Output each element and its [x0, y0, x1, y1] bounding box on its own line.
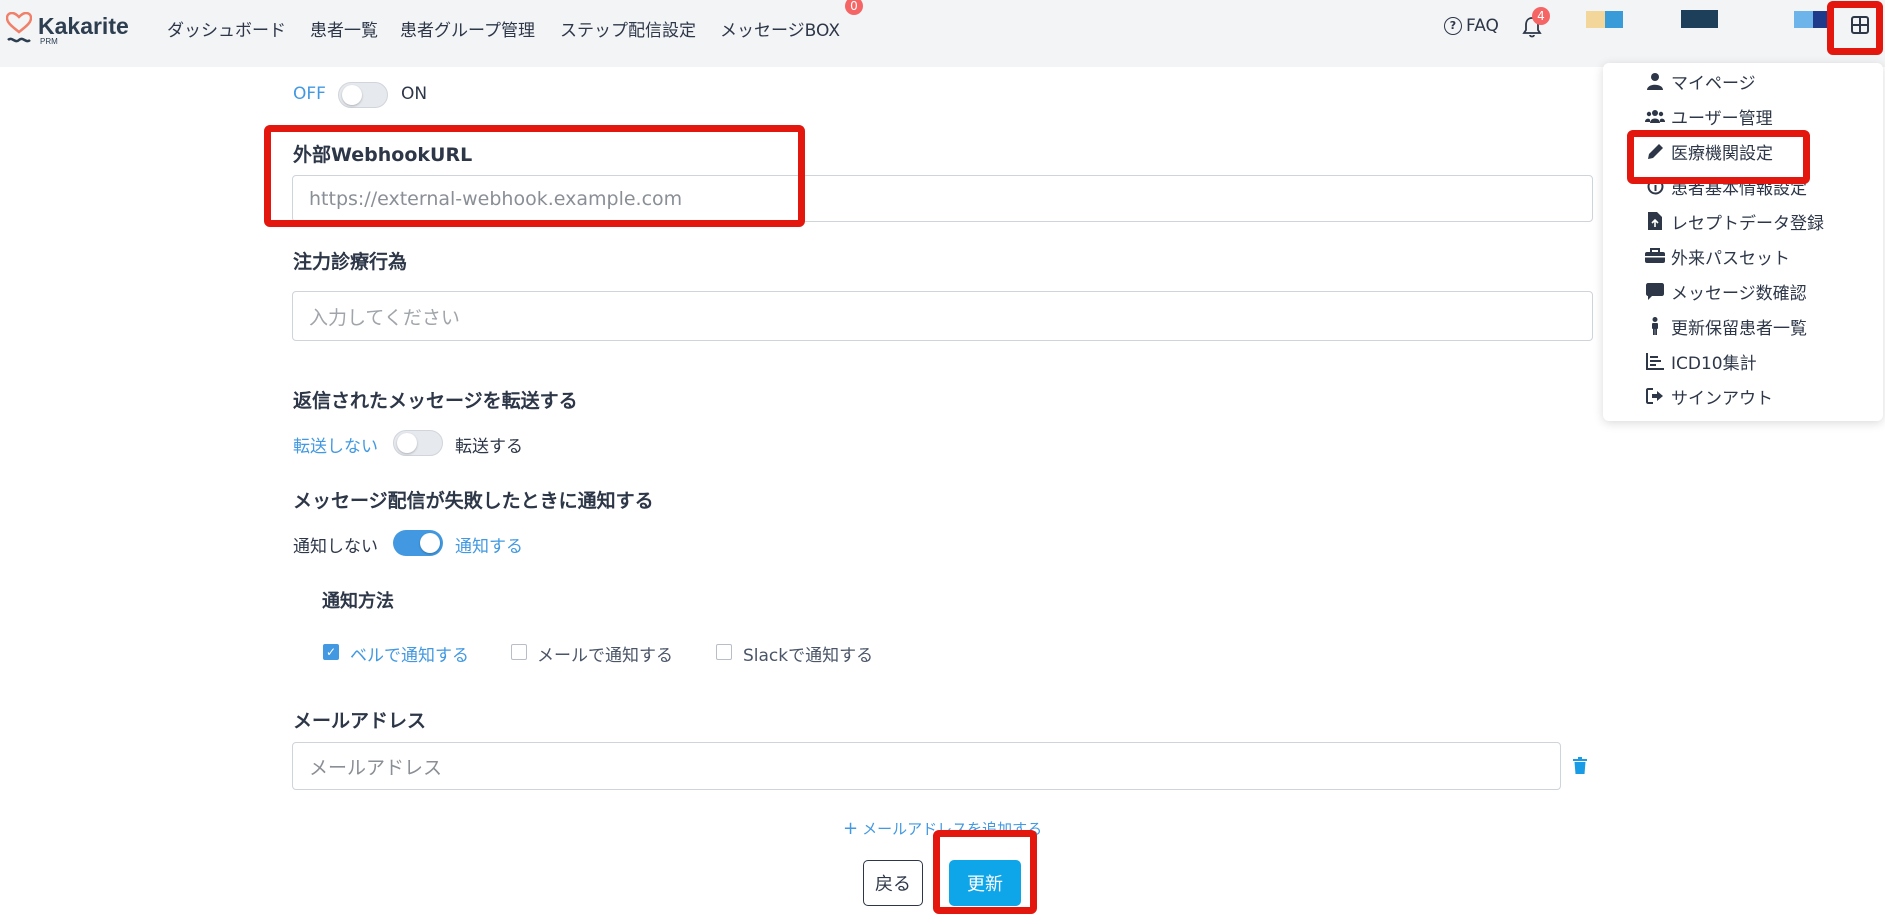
user-avatar-swatch [1605, 11, 1623, 28]
menu-item-label: 更新保留患者一覧 [1671, 318, 1807, 339]
menu-item-pending-patients[interactable]: 更新保留患者一覧 [1645, 311, 1807, 341]
logo[interactable]: Kakarite [6, 12, 129, 46]
email-placeholder: メールアドレス [309, 756, 443, 779]
menu-item-label: サインアウト [1671, 388, 1773, 409]
failure-notify-toggle-switch[interactable] [393, 530, 443, 556]
question-circle-icon: ? [1444, 17, 1462, 35]
person-icon [1645, 316, 1665, 336]
chart-icon [1645, 351, 1665, 371]
slack-notify-label[interactable]: Slackで通知する [743, 641, 873, 666]
nav-patient-groups[interactable]: 患者グループ管理 [400, 16, 535, 41]
menu-item-label: マイページ [1671, 73, 1756, 94]
highlight-institution-settings [1627, 130, 1810, 184]
forward-on-label: 転送する [455, 437, 523, 457]
menu-item-label: ユーザー管理 [1671, 108, 1773, 129]
highlight-webhook [264, 125, 805, 227]
menu-item-message-count[interactable]: メッセージ数確認 [1645, 276, 1807, 306]
user-avatar-swatch [1586, 11, 1605, 28]
menu-item-mypage[interactable]: マイページ [1645, 66, 1756, 96]
forward-off-label: 転送しない [293, 437, 378, 457]
logo-subtitle: PRM [40, 37, 58, 46]
top-header: Kakarite PRM ダッシュボード 患者一覧 患者グループ管理 ステップ配… [0, 0, 1885, 67]
comment-icon [1645, 281, 1665, 301]
nav-dashboard[interactable]: ダッシュボード [167, 16, 286, 41]
highlight-update-button [933, 830, 1037, 914]
mail-notify-label[interactable]: メールで通知する [537, 641, 673, 666]
notify-method-label: 通知方法 [322, 591, 394, 612]
back-button[interactable]: 戻る [863, 860, 923, 906]
email-label: メールアドレス [293, 710, 427, 732]
menu-item-label: 外来パスセット [1671, 248, 1790, 269]
highlight-apps-button [1827, 1, 1883, 55]
plus-icon: + [843, 818, 859, 839]
users-icon [1645, 106, 1665, 126]
delete-email-button[interactable] [1573, 757, 1589, 775]
nav-step-delivery[interactable]: ステップ配信設定 [560, 16, 696, 41]
user-avatar-swatch [1681, 10, 1718, 28]
forward-label: 返信されたメッセージを転送する [293, 390, 578, 412]
menu-item-label: レセプトデータ登録 [1671, 213, 1824, 234]
logo-text: Kakarite [38, 13, 129, 39]
menu-item-icd10-summary[interactable]: ICD10集計 [1645, 346, 1757, 376]
trash-icon [1573, 757, 1587, 774]
forward-toggle-switch[interactable] [393, 430, 443, 456]
user-icon [1645, 71, 1665, 91]
bell-notify-checkbox[interactable]: ✓ [323, 644, 339, 660]
message-box-badge: 0 [845, 0, 863, 15]
user-avatar-swatch [1794, 11, 1813, 28]
user-dropdown-menu: マイページ ユーザー管理 医療機関設定 患者基本情報設定 レセプトデータ登録 外… [1603, 63, 1883, 421]
signout-icon [1645, 386, 1665, 406]
top-toggle-on-label: ON [401, 84, 428, 104]
bell-notify-label[interactable]: ベルで通知する [350, 641, 469, 666]
nav-patients[interactable]: 患者一覧 [310, 16, 378, 41]
menu-item-label: メッセージ数確認 [1671, 283, 1807, 304]
menu-item-receipt-upload[interactable]: レセプトデータ登録 [1645, 206, 1824, 236]
failure-notify-on-label: 通知する [455, 537, 523, 557]
notification-badge: 4 [1532, 7, 1550, 25]
focus-treatment-input[interactable]: 入力してください [292, 291, 1593, 341]
failure-notify-label: メッセージ配信が失敗したときに通知する [293, 490, 654, 512]
back-button-label: 戻る [875, 874, 911, 895]
menu-item-user-management[interactable]: ユーザー管理 [1645, 101, 1773, 131]
slack-notify-checkbox[interactable] [716, 644, 732, 660]
file-icon [1645, 211, 1665, 231]
nav-message-box[interactable]: メッセージBOX [720, 16, 840, 41]
faq-label: FAQ [1466, 16, 1499, 36]
email-input[interactable]: メールアドレス [292, 742, 1561, 790]
toolbox-icon [1645, 246, 1665, 266]
heart-logo-icon [6, 12, 32, 43]
focus-treatment-placeholder: 入力してください [309, 306, 460, 329]
faq-link[interactable]: ? FAQ [1444, 16, 1499, 36]
top-toggle-off-label: OFF [293, 84, 326, 104]
top-toggle-switch[interactable] [338, 82, 388, 108]
menu-item-sign-out[interactable]: サインアウト [1645, 381, 1773, 411]
mail-notify-checkbox[interactable] [511, 644, 527, 660]
menu-item-label: ICD10集計 [1671, 353, 1757, 374]
failure-notify-off-label: 通知しない [293, 537, 378, 557]
focus-treatment-label: 注力診療行為 [293, 251, 408, 273]
menu-item-outpatient-pathset[interactable]: 外来パスセット [1645, 241, 1790, 271]
